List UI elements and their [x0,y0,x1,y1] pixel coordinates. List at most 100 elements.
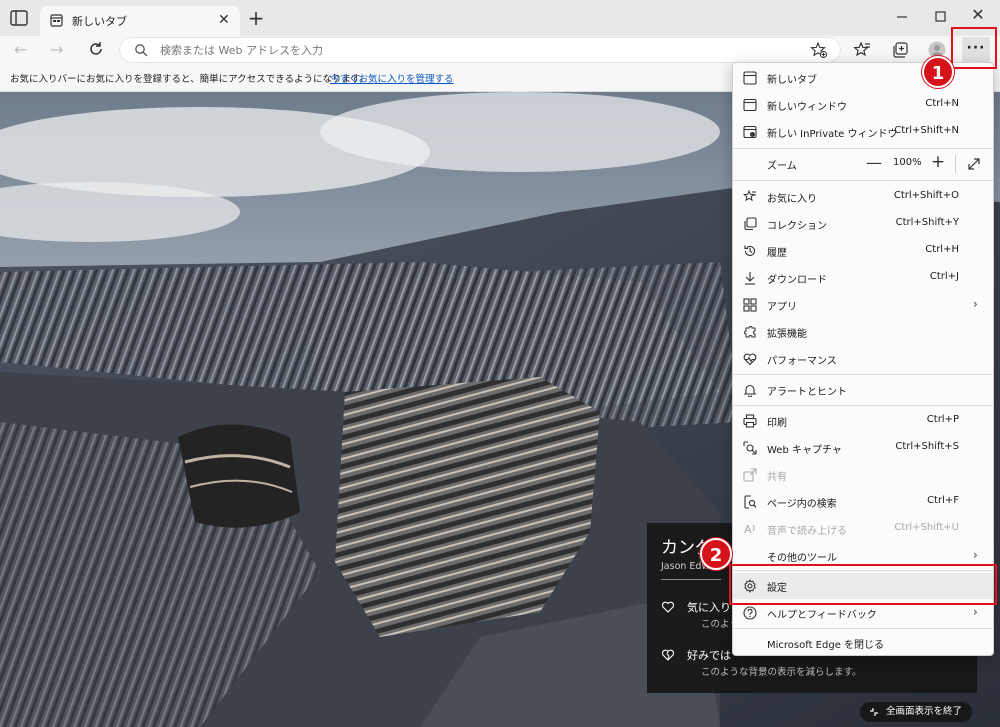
menu-item-web-capture[interactable]: Web キャプチャ Ctrl+Shift+S [733,435,993,461]
zoom-divider [955,155,956,173]
menu-item-close-edge[interactable]: Microsoft Edge を閉じる [733,630,993,656]
broken-heart-icon [661,649,675,661]
download-icon [745,272,755,285]
forward-arrow-icon[interactable]: → [50,40,63,59]
menu-label: Web キャプチャ [767,445,842,456]
menu-item-alerts[interactable]: アラートとヒント [733,377,993,403]
star-list-icon [743,190,756,202]
highlight-settings-item [729,564,997,605]
highlight-more-button [951,27,997,69]
refresh-icon[interactable] [86,39,106,59]
step-badge-1: 1 [922,56,954,88]
tab-strip: 新しいタブ ✕ + ✕ [0,0,1000,36]
share-icon [743,468,757,482]
menu-label: アプリ [767,302,797,313]
menu-shortcut: Ctrl+N [925,98,959,109]
new-window-icon [743,98,757,112]
menu-item-new-inprivate[interactable]: 新しい InPrivate ウィンドウ Ctrl+Shift+N [733,119,993,145]
address-bar[interactable] [120,38,840,62]
chevron-right-icon: › [973,605,978,619]
apps-icon [743,298,757,312]
menu-label: 履歴 [767,248,787,259]
toolbar: ← → ··· [0,36,1000,64]
menu-item-collections[interactable]: コレクション Ctrl+Shift+Y [733,211,993,237]
menu-item-extensions[interactable]: 拡張機能 [733,319,993,345]
back-arrow-icon[interactable]: ← [14,40,27,59]
printer-icon [743,414,757,428]
menu-separator [733,148,993,149]
menu-shortcut: Ctrl+Shift+S [895,441,959,452]
like-title: 気に入り [687,601,731,614]
help-icon [743,606,757,620]
menu-label: パフォーマンス [767,356,837,367]
tab-title: 新しいタブ [72,15,127,28]
menu-label: 共有 [767,472,787,483]
menu-label: アラートとヒント [767,387,847,398]
menu-shortcut: Ctrl+H [925,244,959,255]
exit-fullscreen-icon [870,708,878,716]
menu-item-zoom: ズーム — 100% + [733,151,993,177]
plus-icon[interactable]: + [246,8,266,28]
favorites-icon[interactable] [852,40,872,60]
add-favorite-icon[interactable] [810,41,828,59]
heart-icon [661,601,675,613]
new-tab-icon [743,71,757,85]
step-badge-2: 2 [700,538,732,570]
address-input[interactable] [160,42,780,58]
info-divider [661,579,721,580]
menu-item-apps[interactable]: アプリ › [733,292,993,318]
menu-label: ズーム [767,161,797,172]
menu-item-share: 共有 [733,462,993,488]
exit-fullscreen-label: 全画面表示を終了 [886,706,963,717]
menu-shortcut: Ctrl+Shift+N [894,125,959,136]
menu-item-downloads[interactable]: ダウンロード Ctrl+J [733,265,993,291]
menu-item-find[interactable]: ページ内の検索 Ctrl+F [733,489,993,515]
menu-item-performance[interactable]: パフォーマンス [733,346,993,372]
menu-shortcut: Ctrl+J [929,271,959,282]
menu-label: 拡張機能 [767,329,807,340]
menu-label: ヘルプとフィードバック [767,610,877,621]
collections-icon[interactable] [890,40,910,60]
menu-separator [733,628,993,629]
menu-shortcut: Ctrl+Shift+Y [895,217,959,228]
menu-label: コレクション [767,221,827,232]
window-close-icon[interactable]: ✕ [968,5,988,24]
zoom-in-button[interactable]: + [929,152,947,172]
menu-label: 音声で読み上げる [767,526,847,537]
search-icon [134,43,148,57]
minimize-icon[interactable] [892,7,912,27]
menu-shortcut: Ctrl+P [926,414,959,425]
menu-item-new-window[interactable]: 新しいウィンドウ Ctrl+N [733,92,993,118]
tab-new-tab[interactable]: 新しいタブ ✕ [40,6,240,36]
zoom-out-button[interactable]: — [865,153,883,172]
bell-icon [743,384,757,397]
find-in-page-icon [744,495,757,509]
menu-item-favorites[interactable]: お気に入り Ctrl+Shift+O [733,184,993,210]
menu-item-read-aloud: A 音声で読み上げる Ctrl+Shift+U [733,516,993,542]
svg-text:A: A [744,523,752,536]
newtab-favicon [50,14,63,27]
menu-label: その他のツール [767,553,837,564]
menu-separator [733,374,993,375]
menu-label: ダウンロード [767,275,827,286]
close-icon[interactable]: ✕ [218,12,230,28]
tab-actions-icon[interactable] [8,8,30,28]
web-capture-icon [743,441,757,455]
chevron-right-icon: › [973,548,978,562]
maximize-icon[interactable] [930,7,950,27]
favorites-bar-message: お気に入りバーにお気に入りを登録すると、簡単にアクセスできるようになります。 [10,74,370,85]
manage-favorites-link[interactable]: 今すぐお気に入りを管理する [330,71,454,85]
exit-fullscreen-button[interactable]: 全画面表示を終了 [860,702,973,722]
fullscreen-icon[interactable] [967,157,981,171]
menu-label: Microsoft Edge を閉じる [767,640,885,651]
menu-item-history[interactable]: 履歴 Ctrl+H [733,238,993,264]
menu-item-print[interactable]: 印刷 Ctrl+P [733,408,993,434]
menu-label: ページ内の検索 [767,499,837,510]
read-aloud-icon: A [744,523,755,536]
menu-shortcut: Ctrl+F [927,495,959,506]
zoom-level: 100% [893,157,922,168]
menu-shortcut: Ctrl+Shift+U [894,522,959,533]
menu-label: お気に入り [767,194,817,205]
dislike-title: 好みでは [687,649,731,662]
menu-label: 新しい InPrivate ウィンドウ [767,129,898,140]
